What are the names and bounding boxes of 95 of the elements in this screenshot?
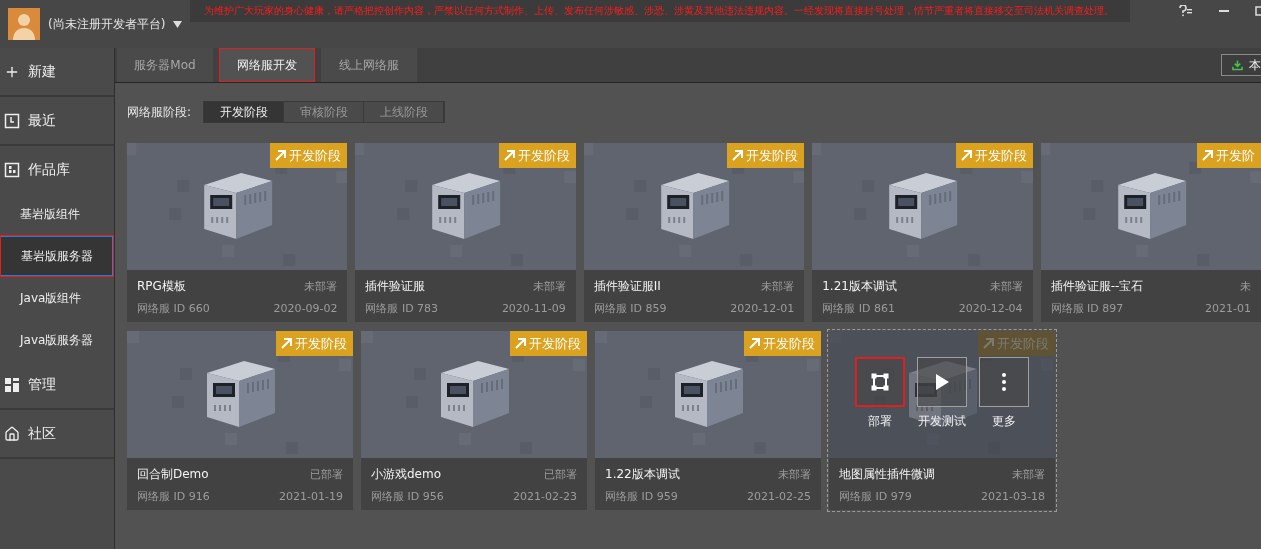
sidebar-item[interactable]: 作品库 [0, 146, 114, 193]
play-icon [934, 373, 950, 391]
arrow-icon [959, 149, 973, 162]
server-card[interactable]: 开发阶段 小游戏demo 已部署 网络服 ID 956 2021-02-23 [361, 331, 587, 510]
server-card[interactable]: 开发阶段 回合制Demo 已部署 网络服 ID 916 2021-01-19 [127, 331, 353, 510]
stage-badge: 开发阶段 [727, 143, 805, 168]
card-date: 2021-01 [1205, 302, 1252, 315]
card-title: 插件验证服--宝石 [1050, 278, 1144, 295]
action-label: 更多 [992, 413, 1016, 430]
server-id: 网络服 ID 660 [137, 301, 210, 316]
deploy-status: 已部署 [544, 467, 577, 482]
server-card[interactable]: 开发阶段 1.22版本调试 未部署 网络服 ID 959 2021-02-25 [595, 331, 821, 510]
action-button[interactable] [855, 357, 905, 407]
download-button[interactable]: 本 [1221, 54, 1261, 76]
card-date: 2021-01-19 [279, 490, 343, 503]
deploy-status: 未部署 [304, 279, 338, 294]
sidebar-subitem[interactable]: 基岩版服务器 [0, 235, 114, 277]
sidebar-item[interactable]: 社区 [0, 410, 114, 459]
arrow-icon [1201, 149, 1215, 162]
server-id: 网络服 ID 859 [593, 301, 667, 316]
tab[interactable]: 网络服开发 [219, 48, 315, 82]
server-card[interactable]: 开发阶段 1.21版本调试 未部署 网络服 ID 861 2020-12-04 [812, 143, 1033, 322]
deploy-status: 未 [1240, 279, 1252, 294]
stage-badge: 开发阶段 [955, 143, 1033, 168]
arrow-icon [280, 337, 293, 350]
server-id: 网络服 ID 959 [605, 489, 678, 504]
download-icon [1232, 59, 1243, 71]
card-title: RPG模板 [137, 278, 186, 295]
stage-badge: 开发阶段 [270, 143, 348, 168]
arrow-icon [731, 149, 745, 162]
deploy-status: 已部署 [310, 467, 343, 482]
dashboard-icon [4, 376, 20, 393]
stage-badge: 开发阶段 [498, 143, 576, 168]
home-icon [4, 425, 20, 442]
card-date: 2020-12-01 [730, 302, 795, 315]
arrow-icon [502, 149, 516, 162]
card-title: 1.21版本调试 [822, 278, 897, 295]
server-id: 网络服 ID 783 [365, 301, 439, 316]
stage-option[interactable]: 开发阶段 [204, 102, 285, 122]
sidebar-item[interactable]: 管理 [0, 361, 114, 410]
action-label: 开发测试 [918, 413, 966, 430]
deploy-status: 未部署 [761, 279, 795, 294]
sidebar-subitem[interactable]: Java版组件 [0, 277, 114, 319]
stage-badge: 开发阶段 [978, 331, 1055, 356]
card-title: 1.22版本调试 [605, 466, 680, 483]
arrow-icon [982, 337, 995, 350]
stage-badge: 开发阶 [1197, 143, 1261, 168]
stage-label: 网络服阶段: [127, 103, 192, 121]
server-id: 网络服 ID 916 [137, 489, 210, 504]
card-date: 2021-03-18 [981, 490, 1045, 503]
server-card[interactable]: 开发阶段 部署 开发测试 更多 地图属性插件微调 未部署 网络服 ID 979 2021-03-18 [829, 331, 1055, 510]
card-date: 2021-02-25 [747, 490, 811, 503]
clock-icon [4, 112, 20, 129]
notice-banner: 为维护广大玩家的身心健康，请严格把控创作内容，严禁以任何方式制作、上传、发布任何涉敏感、涉恐、涉黄及其他违法违规内容。一经发现将直接封号处理，情节严重者将直接移交至司法机关调查处理。 [190, 0, 1130, 22]
card-date: 2020-09-02 [273, 302, 338, 315]
tab[interactable]: 服务器Mod [117, 48, 213, 82]
card-title: 地图属性插件微调 [839, 466, 935, 483]
card-date: 2021-02-23 [513, 490, 577, 503]
tab[interactable]: 线上网络服 [321, 48, 417, 82]
stage-badge: 开发阶段 [510, 331, 587, 356]
more-icon [1002, 373, 1006, 391]
server-card[interactable]: 开发阶段 插件验证服II 未部署 网络服 ID 859 2020-12-01 [583, 143, 805, 322]
server-card[interactable]: 开发阶段 插件验证服 未部署 网络服 ID 783 2020-11-09 [355, 143, 576, 322]
sidebar-item[interactable]: 最近 [0, 97, 114, 146]
caret-icon[interactable] [173, 20, 183, 28]
sidebar-subitem[interactable]: 基岩版组件 [0, 193, 114, 235]
server-id: 网络服 ID 956 [371, 489, 444, 504]
help-icon[interactable] [1179, 5, 1193, 17]
card-date: 2020-12-04 [958, 302, 1023, 315]
card-date: 2020-11-09 [501, 302, 566, 315]
deploy-status: 未部署 [1012, 467, 1045, 482]
server-card[interactable]: 开发阶 插件验证服--宝石 未 网络服 ID 897 2021-01 [1040, 143, 1261, 322]
stage-badge: 开发阶段 [276, 331, 353, 356]
arrow-icon [274, 149, 288, 162]
deploy-status: 未部署 [532, 279, 566, 294]
action-label: 部署 [868, 413, 892, 430]
library-icon [4, 161, 20, 178]
server-id: 网络服 ID 861 [822, 301, 895, 316]
server-card[interactable]: 开发阶段 RPG模板 未部署 网络服 ID 660 2020-09-02 [127, 143, 348, 322]
sidebar-subitem[interactable]: Java版服务器 [0, 319, 114, 361]
server-id: 网络服 ID 979 [839, 489, 912, 504]
server-id: 网络服 ID 897 [1050, 301, 1124, 316]
deploy-status: 未部署 [778, 467, 811, 482]
card-title: 插件验证服II [593, 278, 661, 295]
card-title: 小游戏demo [371, 466, 442, 483]
arrow-icon [514, 337, 527, 350]
account-name[interactable]: (尚未注册开发者平台) [48, 15, 166, 33]
action-button[interactable] [917, 357, 967, 407]
deploy-status: 未部署 [989, 279, 1023, 294]
frame-icon [870, 372, 890, 392]
maximize-icon[interactable] [1255, 6, 1261, 16]
card-title: 回合制Demo [137, 466, 209, 483]
card-title: 插件验证服 [365, 278, 426, 295]
arrow-icon [748, 337, 761, 350]
stage-badge: 开发阶段 [744, 331, 821, 356]
